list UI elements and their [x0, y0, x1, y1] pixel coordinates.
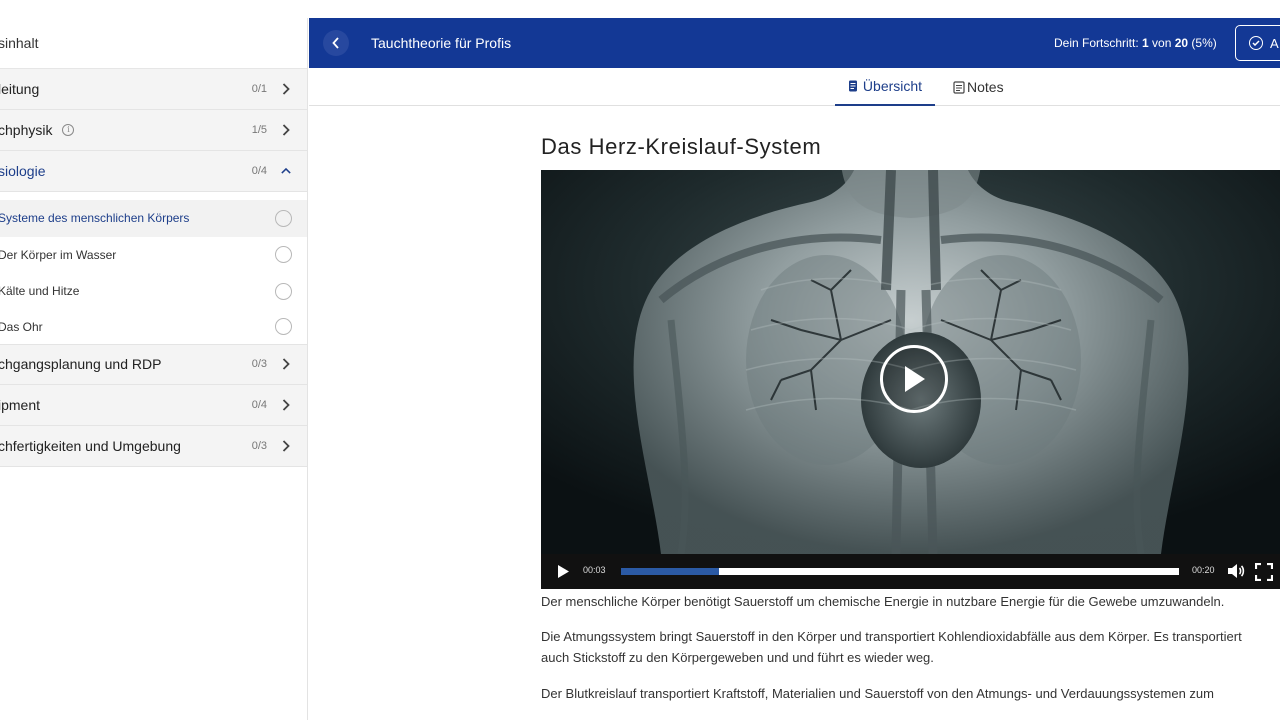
paragraph: auch Stickstoff zu den Körpergeweben und… [541, 650, 934, 665]
chapter-count: 0/3 [251, 439, 267, 452]
lesson-item[interactable]: Systeme des menschlichen Körpers [0, 200, 307, 237]
lesson-title: Das Ohr [0, 319, 43, 334]
chapter-title: chgangsplanung und RDP [0, 356, 162, 372]
fullscreen-button[interactable] [1254, 562, 1274, 586]
check-circle-icon [1249, 36, 1263, 50]
sidebar-header-label: sinhalt [0, 35, 39, 51]
video-controls: 00:03 00:20 [541, 554, 1280, 589]
lesson-status-circle-icon [275, 209, 292, 227]
chevron-right-icon [281, 123, 291, 137]
lesson-status-circle-icon [275, 282, 292, 300]
chapter-physiologie[interactable]: siologie 0/4 [0, 151, 307, 192]
chapter-title-text: chphysik [0, 122, 53, 138]
tab-overview-label: Übersicht [862, 78, 923, 94]
paragraph: Die Atmungssystem bringt Sauerstoff in d… [541, 629, 1242, 644]
progress-percent: (5%) [1188, 36, 1217, 50]
back-button[interactable] [323, 30, 349, 56]
tab-overview[interactable]: Übersicht [835, 68, 935, 106]
progress-text: Dein Fortschritt: 1 von 20 (5%) [1054, 36, 1217, 50]
lesson-heading: Das Herz-Kreislauf-System [541, 134, 822, 159]
chevron-right-icon [281, 357, 291, 371]
chapter-tauchgangsplanung[interactable]: chgangsplanung und RDP 0/3 [0, 343, 307, 385]
chapter-count: 1/5 [251, 124, 267, 136]
progress-current: 1 [1142, 36, 1149, 50]
lesson-item[interactable]: Kälte und Hitze [0, 273, 307, 310]
progress-of: von [1148, 36, 1175, 50]
course-title: Tauchtheorie für Profis [371, 35, 512, 51]
chevron-right-icon [281, 398, 291, 412]
paragraph: Der Blutkreislauf transportiert Kraftsto… [541, 686, 1214, 701]
play-icon [905, 366, 925, 392]
lesson-title: Der Körper im Wasser [0, 247, 117, 262]
chapter-equipment[interactable]: ipment 0/4 [0, 384, 307, 426]
complete-lesson-label: A [1270, 35, 1279, 51]
content-tabs: Übersicht Notes [309, 68, 1280, 106]
speaker-icon [1228, 564, 1245, 578]
course-topbar: Tauchtheorie für Profis Dein Fortschritt… [309, 18, 1280, 68]
lesson-item[interactable]: Das Ohr [0, 309, 307, 344]
lesson-item[interactable]: Der Körper im Wasser [0, 236, 307, 273]
chevron-left-icon [332, 37, 339, 49]
tab-notes-label: Notes [967, 79, 1004, 95]
chevron-right-icon [281, 439, 291, 453]
complete-lesson-button[interactable]: A [1235, 25, 1280, 61]
video-player[interactable]: 00:03 00:20 [541, 170, 1280, 589]
volume-button[interactable] [1227, 563, 1245, 584]
sidebar-header: sinhalt [0, 18, 307, 69]
chapter-tauchphysik[interactable]: chphysik i 1/5 [0, 110, 307, 151]
chapter-title: leitung [0, 81, 40, 97]
fullscreen-icon [1254, 562, 1274, 582]
chapter-count: 0/1 [251, 83, 267, 95]
course-sidebar: sinhalt leitung 0/1 chphysik i 1/5 siolo… [0, 18, 308, 720]
tab-notes[interactable]: Notes [953, 68, 1004, 106]
play-overlay-button[interactable] [880, 345, 948, 413]
paragraph: Der menschliche Körper benötigt Sauersto… [541, 594, 1225, 609]
progress-prefix: Dein Fortschritt: [1054, 36, 1143, 50]
chapter-tauchfertigkeiten[interactable]: chfertigkeiten und Umgebung 0/3 [0, 425, 307, 467]
chapter-title: chphysik i [0, 122, 75, 138]
lesson-list-spacer [0, 192, 307, 200]
info-icon[interactable]: i [62, 124, 75, 136]
play-icon [558, 565, 569, 578]
progress-total: 20 [1174, 36, 1189, 50]
duration: 00:20 [1192, 565, 1215, 575]
chapter-title: siologie [0, 163, 46, 179]
play-button[interactable] [557, 564, 570, 584]
lesson-status-circle-icon [275, 318, 292, 335]
chapter-title: chfertigkeiten und Umgebung [0, 437, 181, 454]
chapter-count: 0/4 [251, 398, 267, 411]
seek-bar[interactable] [621, 568, 1179, 575]
chapter-count: 0/3 [251, 358, 267, 370]
lesson-title: Systeme des menschlichen Körpers [0, 211, 190, 226]
seek-bar-progress [621, 568, 719, 575]
lesson-title: Kälte und Hitze [0, 284, 80, 299]
lesson-status-circle-icon [275, 246, 292, 264]
chevron-up-icon [281, 164, 291, 178]
chevron-right-icon [281, 82, 291, 96]
document-icon [848, 80, 858, 92]
chapter-einleitung[interactable]: leitung 0/1 [0, 69, 307, 110]
current-time: 00:03 [583, 565, 606, 575]
top-strip [0, 0, 1280, 18]
chapter-count: 0/4 [251, 165, 267, 177]
chapter-title: ipment [0, 396, 41, 413]
notes-icon [953, 80, 965, 94]
